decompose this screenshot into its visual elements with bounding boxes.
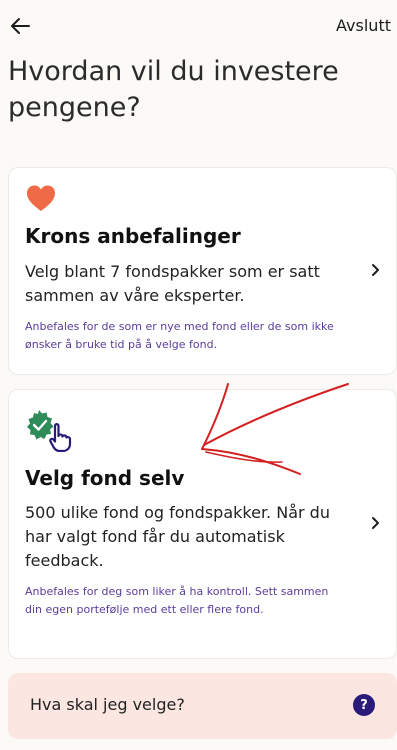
chevron-right-icon xyxy=(372,264,379,276)
question-icon: ? xyxy=(353,694,375,716)
option-title: Velg fond selv xyxy=(25,466,185,490)
heart-icon xyxy=(27,185,55,211)
help-button[interactable]: Hva skal jeg velge? ? xyxy=(8,673,397,739)
option-note: Anbefales for de som er nye med fond ell… xyxy=(25,320,334,351)
arrow-left-icon xyxy=(11,18,30,34)
chevron-right-icon xyxy=(372,517,379,529)
top-bar: Avslutt xyxy=(0,0,397,52)
help-label: Hva skal jeg velge? xyxy=(30,695,185,714)
option-title: Krons anbefalinger xyxy=(25,224,241,248)
option-description: 500 ulike fond og fondspakker. Når du ha… xyxy=(25,503,330,570)
exit-button[interactable]: Avslutt xyxy=(336,16,391,35)
option-card-choose-yourself[interactable]: Velg fond selv 500 ulike fond og fondspa… xyxy=(8,389,397,659)
option-description: Velg blant 7 fondspakker som er satt sam… xyxy=(25,262,320,305)
option-note: Anbefales for deg som liker å ha kontrol… xyxy=(25,585,329,616)
badge-check-hand-icon xyxy=(27,410,72,452)
page-title: Hvordan vil du investere pengene? xyxy=(8,56,339,123)
back-button[interactable] xyxy=(6,12,34,40)
option-card-recommendations[interactable]: Krons anbefalinger Velg blant 7 fondspak… xyxy=(8,167,397,375)
